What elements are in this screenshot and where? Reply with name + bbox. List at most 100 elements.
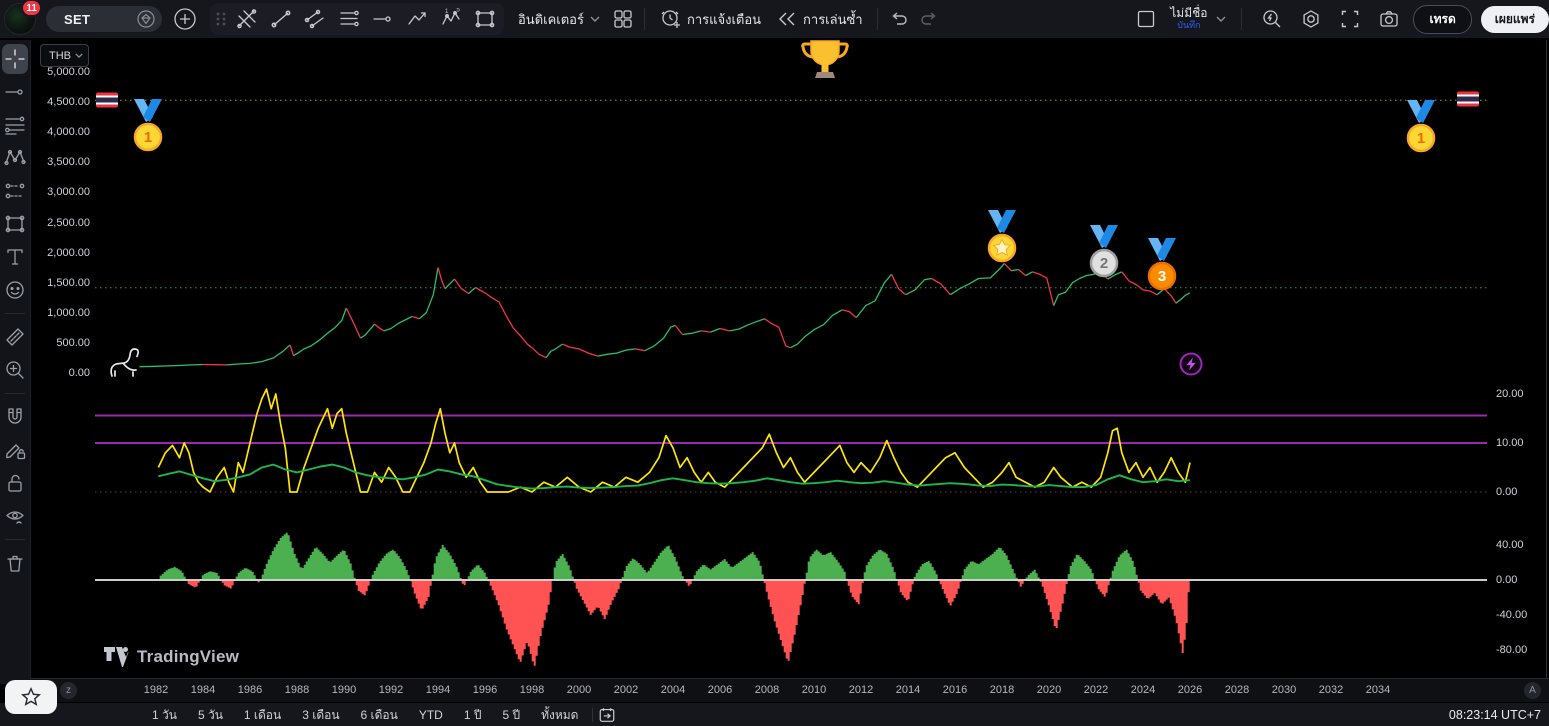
price-series <box>635 348 645 352</box>
elliott-wave-tool-button[interactable]: 15 <box>434 4 468 34</box>
forecast-tool-button[interactable] <box>2 176 28 206</box>
timeframe-3[interactable]: 3 เดือน <box>302 706 339 725</box>
alert-clock-icon <box>661 10 680 28</box>
hide-drawings-tool-button[interactable] <box>2 501 28 531</box>
user-avatar[interactable]: 11 <box>4 0 42 35</box>
magnet-tool-button[interactable] <box>2 402 28 432</box>
timeframe-0[interactable]: 1 วัน <box>152 706 177 725</box>
price-series <box>674 325 683 335</box>
emoji-icon <box>6 281 24 299</box>
price-label: 500.00 <box>56 336 90 349</box>
timeframe-1[interactable]: 5 วัน <box>198 706 223 725</box>
remove-drawings-tool-button[interactable] <box>2 548 28 578</box>
pitchfork-icon <box>237 9 257 29</box>
pitchfork-tool-button[interactable] <box>230 4 264 34</box>
currency-selector[interactable]: THB <box>40 44 89 67</box>
dinosaur-emoji[interactable] <box>110 348 140 377</box>
chevron-down-icon[interactable] <box>1216 16 1226 22</box>
tradingview-logo[interactable]: TradingView <box>103 646 239 668</box>
tradingview-logo-text: TradingView <box>137 647 240 666</box>
add-symbol-button[interactable] <box>170 4 200 34</box>
year-label: 2020 <box>1036 684 1062 696</box>
fullscreen-button[interactable] <box>1335 4 1365 34</box>
price-series <box>562 343 598 357</box>
indicator-scale-label: 10.00 <box>1496 437 1524 449</box>
timeframe-5[interactable]: YTD <box>419 708 443 722</box>
drag-handle-icon[interactable] <box>212 4 230 34</box>
thailand-flag-emoji[interactable] <box>1457 91 1479 107</box>
second-place-medal-emoji[interactable]: 2 <box>1089 225 1119 278</box>
year-label: 2032 <box>1318 684 1344 696</box>
crosshair-tool-button[interactable] <box>2 44 28 74</box>
trade-button[interactable]: เทรด <box>1413 4 1472 34</box>
rectangle-tool-button[interactable] <box>2 209 28 239</box>
ruler-tool-button[interactable] <box>2 322 28 352</box>
thailand-flag-emoji[interactable] <box>96 92 118 108</box>
layout-title-button[interactable]: ไม่มีชื่อ บันทึก <box>1170 7 1207 30</box>
horizontal-ray-tool-button[interactable] <box>2 77 28 107</box>
trophy-emoji[interactable] <box>801 40 849 78</box>
quick-search-button[interactable] <box>1257 4 1287 34</box>
price-label: 0.00 <box>68 367 90 379</box>
third-place-medal-emoji[interactable]: 3 <box>1147 238 1177 291</box>
histogram-scale-label: -80.00 <box>1496 644 1528 656</box>
time-axis[interactable]: z A 1982 1984 1986 1988 1990 1992 1994 1996 1998… <box>30 678 1549 703</box>
alerts-button[interactable]: การแจ้งเตือน <box>651 3 769 35</box>
year-label: 2014 <box>895 684 921 696</box>
year-label: 2028 <box>1224 684 1250 696</box>
year-label: 2000 <box>566 684 592 696</box>
trend-line-tool-button[interactable] <box>264 4 298 34</box>
horizontal-ray-tool-button[interactable] <box>366 4 400 34</box>
timeframe-4[interactable]: 6 เดือน <box>361 706 398 725</box>
rectangle-tool-button[interactable] <box>468 4 502 34</box>
first-place-medal-emoji[interactable]: 1 <box>133 99 163 152</box>
undo-button[interactable] <box>884 4 914 34</box>
timeframe-8[interactable]: ทั้งหมด <box>541 706 578 725</box>
save-label: บันทึก <box>1177 19 1201 30</box>
trend-line-icon <box>271 10 291 28</box>
timezone-badge[interactable]: z <box>60 682 77 699</box>
drawing-lock-tool-button[interactable] <box>2 435 28 465</box>
price-series <box>293 307 347 357</box>
publish-button[interactable]: เผยแพร่ <box>1480 5 1549 33</box>
horizontal-lines-tool-button[interactable] <box>332 4 366 34</box>
price-series <box>1053 271 1101 306</box>
price-label: 1,500.00 <box>47 276 90 289</box>
autoscale-badge[interactable]: A <box>1524 682 1541 699</box>
indicators-button[interactable]: อินดิเคเตอร์ <box>510 3 608 35</box>
replay-button[interactable]: การเล่นซ้ำ <box>769 3 871 35</box>
forecast-icon <box>5 183 25 199</box>
symbol-search-input[interactable]: SET <box>46 6 162 32</box>
redo-button[interactable] <box>914 4 944 34</box>
zoom-in-tool-button[interactable] <box>2 355 28 385</box>
favorites-star-button[interactable] <box>5 680 57 714</box>
fullscreen-icon <box>1342 10 1359 28</box>
parallel-channel-tool-button[interactable] <box>298 4 332 34</box>
text-tool-button[interactable] <box>2 242 28 272</box>
lock-all-tool-button[interactable] <box>2 468 28 498</box>
session-clock[interactable]: 08:23:14 UTC+7 <box>1449 708 1541 722</box>
chart-canvas[interactable]: 1 123 <box>0 0 1549 726</box>
settings-button[interactable] <box>1296 4 1326 34</box>
first-place-medal-emoji[interactable]: 1 <box>1406 100 1436 153</box>
xabcd-pattern-tool-button[interactable] <box>2 143 28 173</box>
price-series <box>644 324 676 352</box>
trend-zigzag-tool-button[interactable] <box>400 4 434 34</box>
timeframe-6[interactable]: 1 ปี <box>464 706 482 725</box>
svg-text:5: 5 <box>457 8 461 14</box>
sports-medal-emoji[interactable] <box>987 210 1017 263</box>
go-to-date-button[interactable] <box>595 704 619 726</box>
oscillator-yellow-line <box>157 388 1191 493</box>
indicator-templates-button[interactable] <box>608 4 638 34</box>
price-series <box>475 286 547 359</box>
emoji-tool-button[interactable] <box>2 275 28 305</box>
indicator-scale-label: 0.00 <box>1496 486 1518 498</box>
lightning-bolt-marker[interactable] <box>1179 352 1203 376</box>
text-icon <box>7 249 23 265</box>
timeframe-7[interactable]: 5 ปี <box>502 706 520 725</box>
timeframe-2[interactable]: 1 เดือน <box>244 706 281 725</box>
drawing-lock-icon <box>6 444 26 460</box>
fib-retracement-tool-button[interactable] <box>2 110 28 140</box>
layout-select-button[interactable] <box>1131 4 1161 34</box>
screenshot-button[interactable] <box>1374 4 1404 34</box>
